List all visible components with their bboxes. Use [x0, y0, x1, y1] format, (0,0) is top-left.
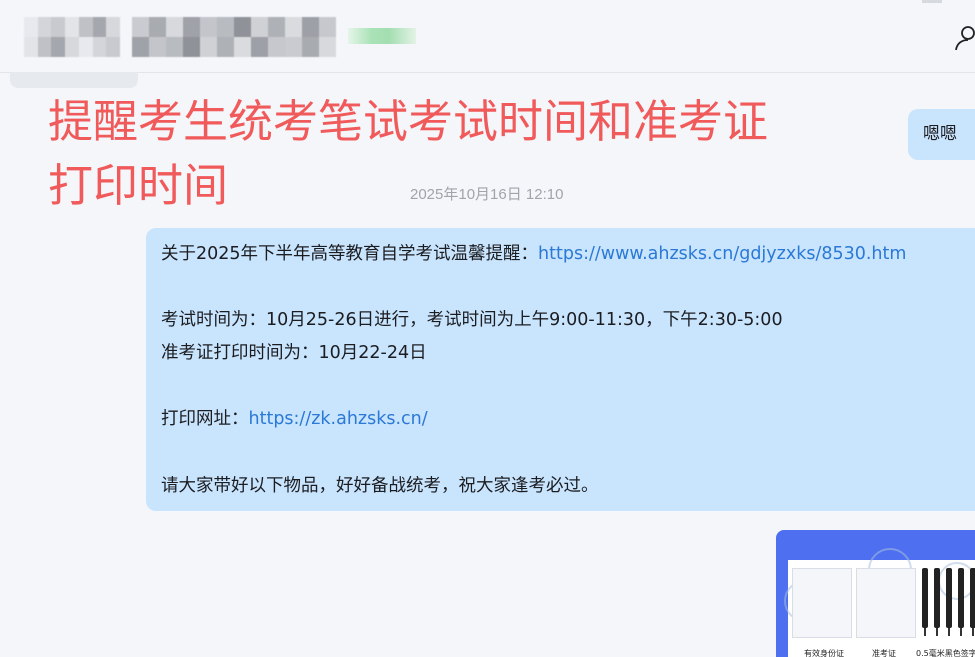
- chat-window: 提醒考生统考笔试考试时间和准考证 打印时间 2025年10月16日 12:10 …: [0, 0, 975, 657]
- mosaic-cell: [268, 17, 285, 57]
- mosaic-cell: [319, 17, 336, 57]
- mosaic-cell: [106, 17, 120, 57]
- mosaic-pixel: [65, 37, 79, 57]
- pen-icon: [934, 568, 940, 628]
- mosaic-cell: [166, 17, 183, 57]
- mosaic-cell: [37, 17, 52, 57]
- mosaic-pixel: [106, 37, 120, 57]
- user-icon[interactable]: [953, 20, 975, 50]
- mosaic-pixel: [37, 17, 52, 37]
- bubble-line-3: 准考证打印时间为：10月22-24日: [161, 343, 427, 363]
- pen-icon: [958, 568, 964, 628]
- mosaic-pixel: [149, 37, 166, 57]
- previous-message-bubble: [10, 72, 138, 88]
- id-card-document: [792, 568, 852, 638]
- mosaic-pixel: [92, 17, 107, 37]
- pen-tip: [936, 628, 938, 636]
- mosaic-cell: [78, 17, 93, 57]
- mosaic-cell: [92, 17, 107, 57]
- caption-id-card: 有效身份证: [804, 649, 844, 657]
- mosaic-pixel: [217, 37, 234, 57]
- mosaic-pixel: [24, 37, 38, 57]
- mosaic-pixel: [302, 17, 319, 37]
- mosaic-pixel: [268, 17, 285, 37]
- mosaic-cell: [302, 17, 319, 57]
- caption-pen: 0.5毫米黑色签字笔: [916, 649, 975, 657]
- bubble-line-4-text: 打印网址：: [161, 409, 249, 429]
- pen-tip: [924, 628, 926, 636]
- mosaic-pixel: [37, 37, 52, 57]
- mosaic-pixel: [217, 17, 234, 37]
- mosaic-pixel: [132, 37, 149, 57]
- mosaic-pixel: [132, 17, 149, 37]
- pen-tip: [948, 628, 950, 636]
- print-site-link[interactable]: https://zk.ahzsks.cn/: [249, 409, 428, 429]
- image-message[interactable]: 有效身份证 准考证 0.5毫米黑色签字笔: [776, 530, 975, 657]
- mosaic-cell: [149, 17, 166, 57]
- mosaic-pixel: [200, 37, 217, 57]
- blurred-chat-name: [132, 17, 336, 57]
- caption-admission-ticket: 准考证: [872, 649, 896, 657]
- blurred-tag: [348, 28, 416, 44]
- pen-tip: [972, 628, 974, 636]
- mosaic-pixel: [149, 17, 166, 37]
- pen-icon: [922, 568, 928, 628]
- mosaic-pixel: [285, 17, 302, 37]
- bubble-line-2: 考试时间为：10月25-26日进行，考试时间为上午9:00-11:30，下午2:…: [161, 310, 783, 330]
- mosaic-cell: [285, 17, 302, 57]
- bubble-line-1-text: 关于2025年下半年高等教育自学考试温馨提醒：: [161, 244, 539, 264]
- mosaic-pixel: [319, 37, 336, 57]
- image-preview: 有效身份证 准考证 0.5毫米黑色签字笔: [784, 548, 975, 657]
- mosaic-pixel: [234, 17, 251, 37]
- mosaic-pixel: [78, 17, 93, 37]
- mosaic-pixel: [51, 17, 66, 37]
- exam-notice-link[interactable]: https://www.ahzsks.cn/gdjyzxks/8530.htm: [538, 244, 906, 264]
- pen-icon: [946, 568, 952, 628]
- mosaic-cell: [132, 17, 149, 57]
- mosaic-pixel: [234, 37, 251, 57]
- mosaic-pixel: [92, 37, 107, 57]
- blurred-avatar: [24, 17, 120, 57]
- message-timestamp: 2025年10月16日 12:10: [410, 186, 564, 203]
- mosaic-pixel: [319, 17, 336, 37]
- mosaic-pixel: [251, 37, 268, 57]
- mosaic-cell: [51, 17, 66, 57]
- message-title-line1: 提醒考生统考笔试考试时间和准考证: [48, 95, 769, 148]
- mosaic-pixel: [65, 17, 79, 37]
- mosaic-pixel: [24, 17, 38, 37]
- mosaic-pixel: [285, 37, 302, 57]
- bubble-line-1: 关于2025年下半年高等教育自学考试温馨提醒：https://www.ahzsk…: [161, 241, 906, 267]
- mosaic-cell: [200, 17, 217, 57]
- pen-tip: [960, 628, 962, 636]
- chat-header: [0, 0, 975, 73]
- mosaic-pixel: [166, 37, 183, 57]
- pen-icon: [970, 568, 975, 628]
- mosaic-pixel: [183, 37, 200, 57]
- mosaic-pixel: [51, 37, 66, 57]
- mosaic-cell: [251, 17, 268, 57]
- mosaic-pixel: [268, 37, 285, 57]
- announcement-bubble[interactable]: 关于2025年下半年高等教育自学考试温馨提醒：https://www.ahzsk…: [146, 228, 975, 511]
- mosaic-pixel: [78, 37, 93, 57]
- mosaic-pixel: [166, 17, 183, 37]
- mosaic-pixel: [183, 17, 200, 37]
- mosaic-cell: [217, 17, 234, 57]
- mosaic-pixel: [200, 17, 217, 37]
- bubble-line-5: 请大家带好以下物品，好好备战统考，祝大家逢考必过。: [161, 476, 599, 496]
- mosaic-cell: [24, 17, 38, 57]
- mosaic-cell: [183, 17, 200, 57]
- admission-ticket-document: [856, 568, 916, 638]
- reply-bubble[interactable]: 嗯嗯: [908, 109, 975, 160]
- mosaic-pixel: [106, 17, 120, 37]
- mosaic-pixel: [302, 37, 319, 57]
- window-edge: [922, 0, 942, 3]
- mosaic-cell: [65, 17, 79, 57]
- mosaic-cell: [234, 17, 251, 57]
- mosaic-pixel: [251, 17, 268, 37]
- bubble-line-4: 打印网址：https://zk.ahzsks.cn/: [161, 406, 428, 432]
